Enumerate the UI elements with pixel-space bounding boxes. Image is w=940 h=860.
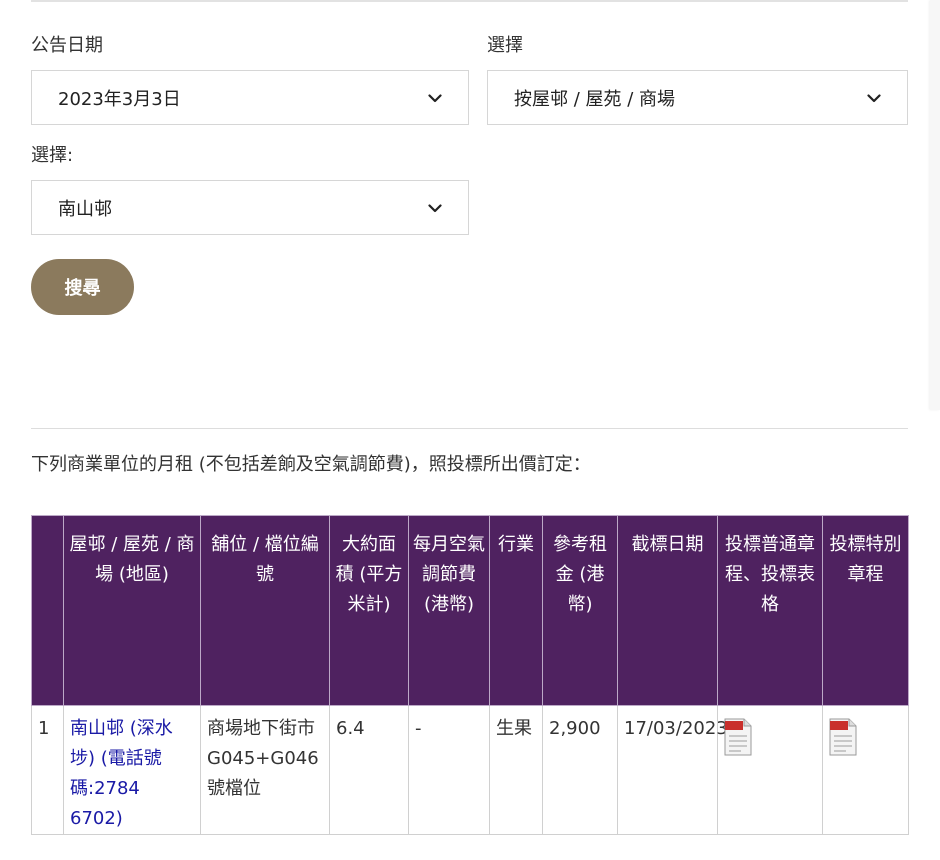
pdf-icon[interactable] — [829, 718, 857, 756]
select-estate-label: 選擇: — [31, 145, 74, 166]
col-header-estate: 屋邨 / 屋苑 / 商場 (地區) — [63, 515, 201, 706]
side-panel-edge — [930, 0, 940, 410]
col-header-general-docs: 投標普通章程、投標表格 — [717, 515, 823, 706]
announcement-date-select[interactable]: 2023年3月3日 — [31, 70, 469, 125]
col-header-index — [31, 515, 64, 706]
select-estate-dropdown[interactable]: 南山邨 — [31, 180, 469, 235]
cell-general-docs — [717, 705, 823, 835]
announcement-date-label: 公告日期 — [31, 35, 103, 56]
rent-table: 屋邨 / 屋苑 / 商場 (地區) 舖位 / 檔位編號 大約面積 (平方米計) … — [31, 515, 909, 835]
table-header-row: 屋邨 / 屋苑 / 商場 (地區) 舖位 / 檔位編號 大約面積 (平方米計) … — [31, 515, 909, 706]
cell-ref-rent: 2,900 — [542, 705, 618, 835]
cell-area: 6.4 — [329, 705, 409, 835]
select-estate-value: 南山邨 — [58, 198, 112, 220]
chevron-down-icon — [428, 203, 442, 212]
col-header-special-docs: 投標特別章程 — [822, 515, 909, 706]
cell-shop-no: 商場地下街市G045+G046號檔位 — [200, 705, 330, 835]
col-header-ref-rent: 參考租金 (港幣) — [542, 515, 618, 706]
col-header-trade: 行業 — [489, 515, 543, 706]
select-type-dropdown[interactable]: 按屋邨 / 屋苑 / 商場 — [487, 70, 908, 125]
cell-trade: 生果 — [489, 705, 543, 835]
chevron-down-icon — [867, 93, 881, 102]
cell-index: 1 — [31, 705, 64, 835]
top-divider — [31, 0, 908, 2]
cell-closing-date: 17/03/2023 — [617, 705, 728, 835]
col-header-ac-fee: 每月空氣調節費 (港幣) — [408, 515, 490, 706]
table-row: 1 南山邨 (深水埗) (電話號碼:2784 6702) 商場地下街市G045+… — [31, 705, 909, 835]
pdf-icon[interactable] — [724, 718, 752, 756]
col-header-closing-date: 截標日期 — [617, 515, 718, 706]
select-type-label: 選擇 — [487, 35, 523, 56]
cell-special-docs — [822, 705, 909, 835]
cell-ac-fee: - — [408, 705, 490, 835]
select-type-value: 按屋邨 / 屋苑 / 商場 — [514, 88, 676, 110]
col-header-area: 大約面積 (平方米計) — [329, 515, 409, 706]
chevron-down-icon — [428, 93, 442, 102]
rent-note: 下列商業單位的月租 (不包括差餉及空氣調節費)，照投標所出價訂定： — [31, 454, 591, 475]
section-divider — [31, 428, 908, 429]
announcement-date-value: 2023年3月3日 — [58, 88, 181, 110]
estate-link[interactable]: 南山邨 (深水埗) (電話號碼:2784 6702) — [63, 705, 201, 835]
search-button[interactable]: 搜尋 — [31, 259, 134, 315]
col-header-shop-no: 舖位 / 檔位編號 — [200, 515, 330, 706]
